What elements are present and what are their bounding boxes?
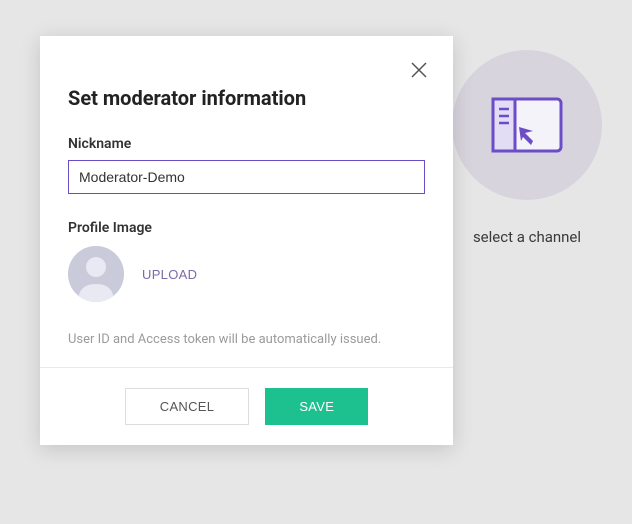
- avatar-placeholder: [68, 246, 124, 302]
- modal-header: Set moderator information: [40, 36, 453, 110]
- profile-image-section: Profile Image UPLOAD: [68, 220, 425, 302]
- nickname-input[interactable]: [68, 160, 425, 194]
- modal-footer: CANCEL SAVE: [40, 367, 453, 445]
- background-illustration-circle: [452, 50, 602, 200]
- moderator-info-modal: Set moderator information Nickname Profi…: [40, 36, 453, 445]
- close-icon: [409, 60, 429, 80]
- channel-select-icon: [491, 97, 563, 153]
- upload-button[interactable]: UPLOAD: [142, 267, 197, 282]
- cancel-button[interactable]: CANCEL: [125, 388, 250, 425]
- save-button[interactable]: SAVE: [265, 388, 368, 425]
- profile-image-label: Profile Image: [68, 220, 425, 236]
- close-button[interactable]: [407, 58, 431, 82]
- issuance-hint: User ID and Access token will be automat…: [68, 332, 425, 347]
- background-hint-text: select a channel: [473, 228, 581, 246]
- nickname-label: Nickname: [68, 136, 425, 152]
- profile-image-row: UPLOAD: [68, 246, 425, 302]
- modal-title: Set moderator information: [68, 86, 425, 110]
- background-empty-state: select a channel: [452, 50, 602, 246]
- avatar-silhouette-icon: [68, 246, 124, 302]
- modal-body: Nickname Profile Image UPLOAD User ID an…: [40, 110, 453, 367]
